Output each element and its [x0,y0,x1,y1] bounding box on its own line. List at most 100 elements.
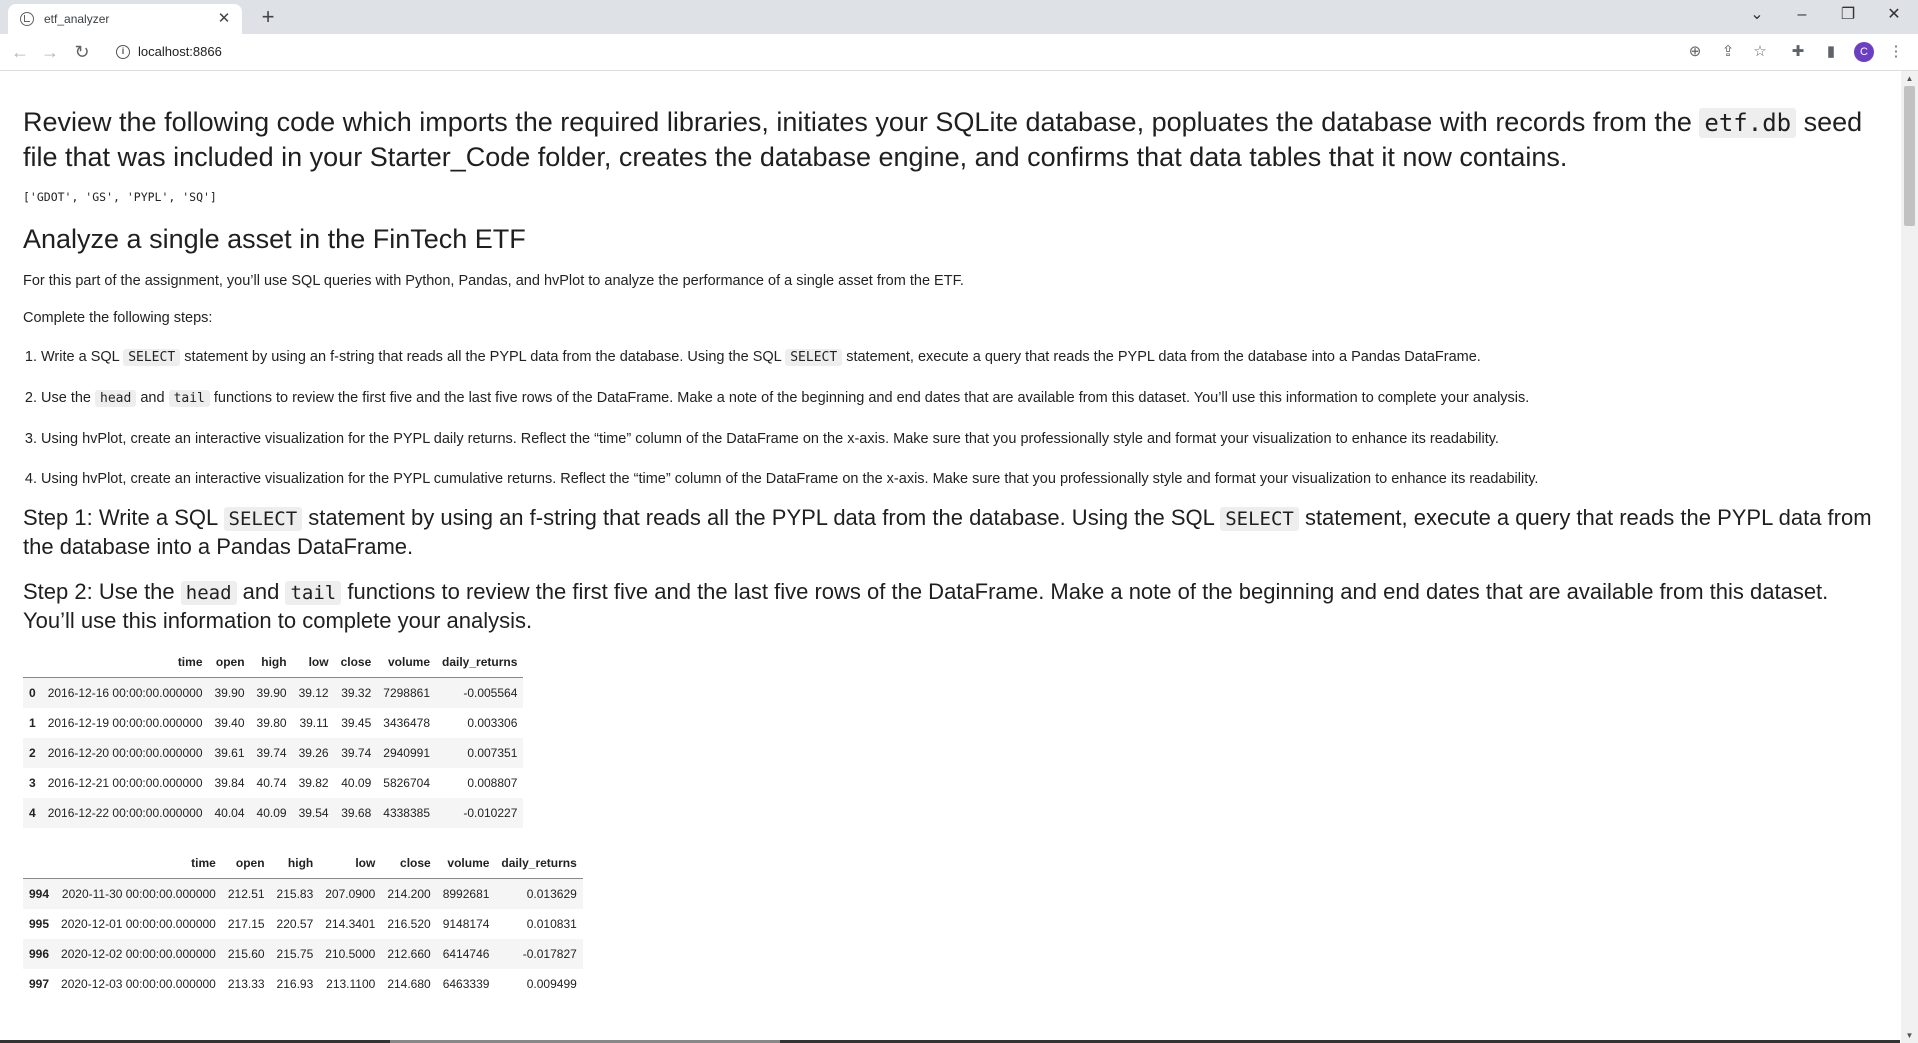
table-cell: 39.40 [214,716,245,730]
table-cell: 39.74 [256,746,287,760]
table-cell: 212.51 [227,887,265,901]
table-cell: 39.68 [341,806,372,820]
scroll-down-icon[interactable]: ▼ [1901,1028,1918,1043]
tables-output: ['GDOT', 'GS', 'PYPL', 'SQ'] [23,190,217,204]
steps-list: Write a SQL SELECT statement by using an… [23,348,1873,488]
table-cell: 0.008807 [467,776,518,790]
scroll-up-icon[interactable]: ▲ [1901,71,1918,86]
new-tab-button[interactable]: + [256,5,280,29]
forward-icon[interactable]: → [38,40,62,64]
bookmark-star-icon[interactable]: ☆ [1750,42,1770,62]
step-item: Using hvPlot, create an interactive visu… [41,470,1873,488]
table-cell: 2020-11-30 00:00:00.000000 [61,887,216,901]
column-header: daily_returns [495,848,583,879]
table-cell: 39.61 [214,746,245,760]
row-index: 2 [29,746,36,760]
table-cell: 210.5000 [325,947,376,961]
back-icon[interactable]: ← [8,40,32,64]
table-cell: 39.84 [214,776,245,790]
table-cell: 6463339 [442,977,490,991]
column-header [23,848,56,879]
row-index: 996 [29,947,50,961]
row-index: 3 [29,776,36,790]
table-cell: 5826704 [383,776,430,790]
extensions-icon[interactable]: ✚ [1788,42,1808,62]
profile-avatar[interactable]: C [1854,42,1874,62]
tail-dataframe: time open high low close volume daily_returns … [23,848,583,999]
table-header-row: time open high low close volume daily_returns [23,647,524,678]
intro-paragraph: For this part of the assignment, you’ll … [23,273,964,289]
table-cell: 39.45 [341,716,372,730]
reload-icon[interactable]: ↻ [70,40,94,64]
scroll-thumb[interactable] [1904,86,1915,226]
site-info-icon[interactable]: i [116,45,130,59]
row-index: 0 [29,686,36,700]
intro-heading: Review the following code which imports … [23,107,1863,172]
table-cell: 7298861 [383,686,430,700]
table-cell: 214.3401 [325,917,376,931]
url-text[interactable]: localhost:8866 [138,44,222,59]
column-header: volume [436,848,496,879]
table-cell: 40.09 [341,776,372,790]
table-cell: 39.11 [299,716,329,730]
row-index: 1 [29,716,36,730]
table-cell: 39.32 [341,686,372,700]
table-cell: 2016-12-22 00:00:00.000000 [47,806,203,820]
head-dataframe: time open high low close volume daily_returns … [23,647,524,828]
menu-kebab-icon[interactable]: ⋮ [1886,42,1906,62]
step-item: Using hvPlot, create an interactive visu… [41,430,1873,448]
table-cell: 39.12 [298,686,329,700]
table-row: 996 2020-12-02 00:00:00.000000 215.60 215.7… [23,939,583,969]
table-cell: 212.660 [387,947,431,961]
step1-heading: Step 1: Write a SQL SELECT statement by … [23,505,1872,559]
tab-strip: etf_analyzer ✕ + ⌄ – ❐ ✕ [0,0,1918,34]
table-cell: 40.74 [256,776,287,790]
minimize-button[interactable]: – [1780,0,1824,30]
table-row: 3 2016-12-21 00:00:00.000000 39.84 40.74 39.… [23,768,524,798]
column-header [23,647,42,678]
table-cell: 39.80 [256,716,287,730]
table-cell: 39.90 [214,686,245,700]
column-header: time [55,848,222,879]
table-row: 4 2016-12-22 00:00:00.000000 40.04 40.09 39.… [23,798,524,828]
table-cell: 213.33 [227,977,265,991]
table-cell: 0.010831 [526,917,577,931]
column-header: close [334,647,378,678]
restore-button[interactable]: ❐ [1826,0,1870,30]
section-heading: Analyze a single asset in the FinTech ET… [23,224,526,254]
steps-intro: Complete the following steps: [23,310,213,326]
column-header: high [270,848,320,879]
table-cell: 213.1100 [326,977,376,991]
table-cell: 8992681 [442,887,490,901]
table-cell: 0.009499 [526,977,577,991]
column-header: open [221,848,271,879]
globe-icon [20,12,34,26]
column-header: open [208,647,251,678]
table-row: 994 2020-11-30 00:00:00.000000 212.51 215.8… [23,878,583,909]
tab-title: etf_analyzer [44,12,110,26]
db-file-code: etf.db [1699,108,1797,138]
table-cell: 6414746 [442,947,490,961]
table-cell: 216.520 [387,917,431,931]
close-window-button[interactable]: ✕ [1872,0,1916,30]
row-index: 994 [29,887,50,901]
share-icon[interactable]: ⇪ [1718,42,1738,62]
step-item: Write a SQL SELECT statement by using an… [41,348,1873,367]
table-cell: 9148174 [442,917,490,931]
row-index: 997 [29,977,50,991]
table-cell: 39.74 [341,746,372,760]
tab-search-icon[interactable]: ⌄ [1735,0,1779,30]
table-cell: 2020-12-01 00:00:00.000000 [61,917,216,931]
vertical-scrollbar[interactable]: ▲ ▼ [1901,71,1918,1043]
table-cell: 2020-12-03 00:00:00.000000 [61,977,216,991]
column-header: close [381,848,437,879]
table-row: 0 2016-12-16 00:00:00.000000 39.90 39.90 39.… [23,677,524,708]
table-cell: 40.09 [256,806,287,820]
zoom-icon[interactable]: ⊕ [1685,42,1705,62]
tab-close-icon[interactable]: ✕ [216,11,232,27]
address-bar[interactable]: i localhost:8866 [108,38,1688,66]
side-panel-icon[interactable]: ▮ [1821,42,1841,62]
browser-tab[interactable]: etf_analyzer ✕ [8,4,242,34]
table-cell: 40.04 [214,806,245,820]
table-cell: 39.82 [298,776,329,790]
